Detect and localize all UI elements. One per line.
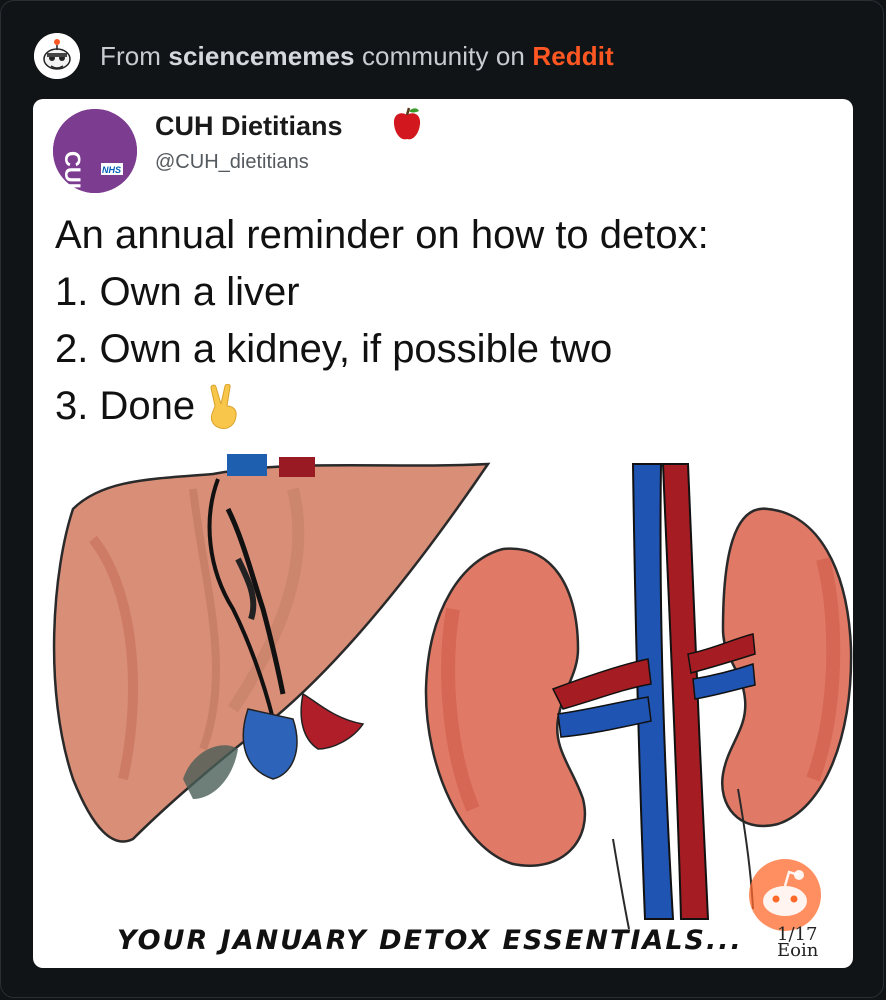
organ-illustration [52,454,853,930]
avatar-badge: NHS [102,165,121,175]
artist-signature: 1/17 Eoin [777,926,819,961]
victory-hand-icon [210,384,237,430]
illustration-caption: YOUR JANUARY DETOX ESSENTIALS... [117,925,743,956]
reddit-link[interactable]: Reddit [532,41,613,71]
header-prefix: From [100,40,169,71]
share-header: From sciencememes community on Reddit [34,32,614,80]
apple-icon [393,107,421,140]
tweet-line-text: 3. Done [55,384,196,428]
tweet-avatar: CUH NHS [53,109,137,199]
kidney-right [721,507,853,910]
snoo-avatar-icon [34,33,80,79]
share-header-text: From sciencememes community on Reddit [100,41,614,72]
avatar-text: CUH [60,151,85,193]
tweet-handle: @CUH_dietitians [155,151,309,173]
tweet-display-name: CUH Dietitians [155,111,343,141]
post-image-card[interactable]: CUH NHS CUH Dietitians @CUH_dietitians A… [33,99,853,968]
kidney-left [424,547,630,930]
reddit-watermark-icon [749,859,821,931]
blood-vessels [551,463,756,920]
tweet-line: An annual reminder on how to detox: [55,213,709,257]
tweet-line-last: 3. Done [55,378,709,435]
header-middle: community on [354,40,533,71]
signature-name: Eoin [777,940,819,961]
tweet-body: An annual reminder on how to detox: 1. O… [55,207,709,435]
liver-drawing [52,454,491,843]
community-link[interactable]: sciencememes [168,41,354,71]
tweet-line: 2. Own a kidney, if possible two [55,327,613,371]
cuh-logo-icon: CUH NHS [53,109,137,199]
tweet-line: 1. Own a liver [55,270,300,314]
community-avatar[interactable] [34,33,80,79]
